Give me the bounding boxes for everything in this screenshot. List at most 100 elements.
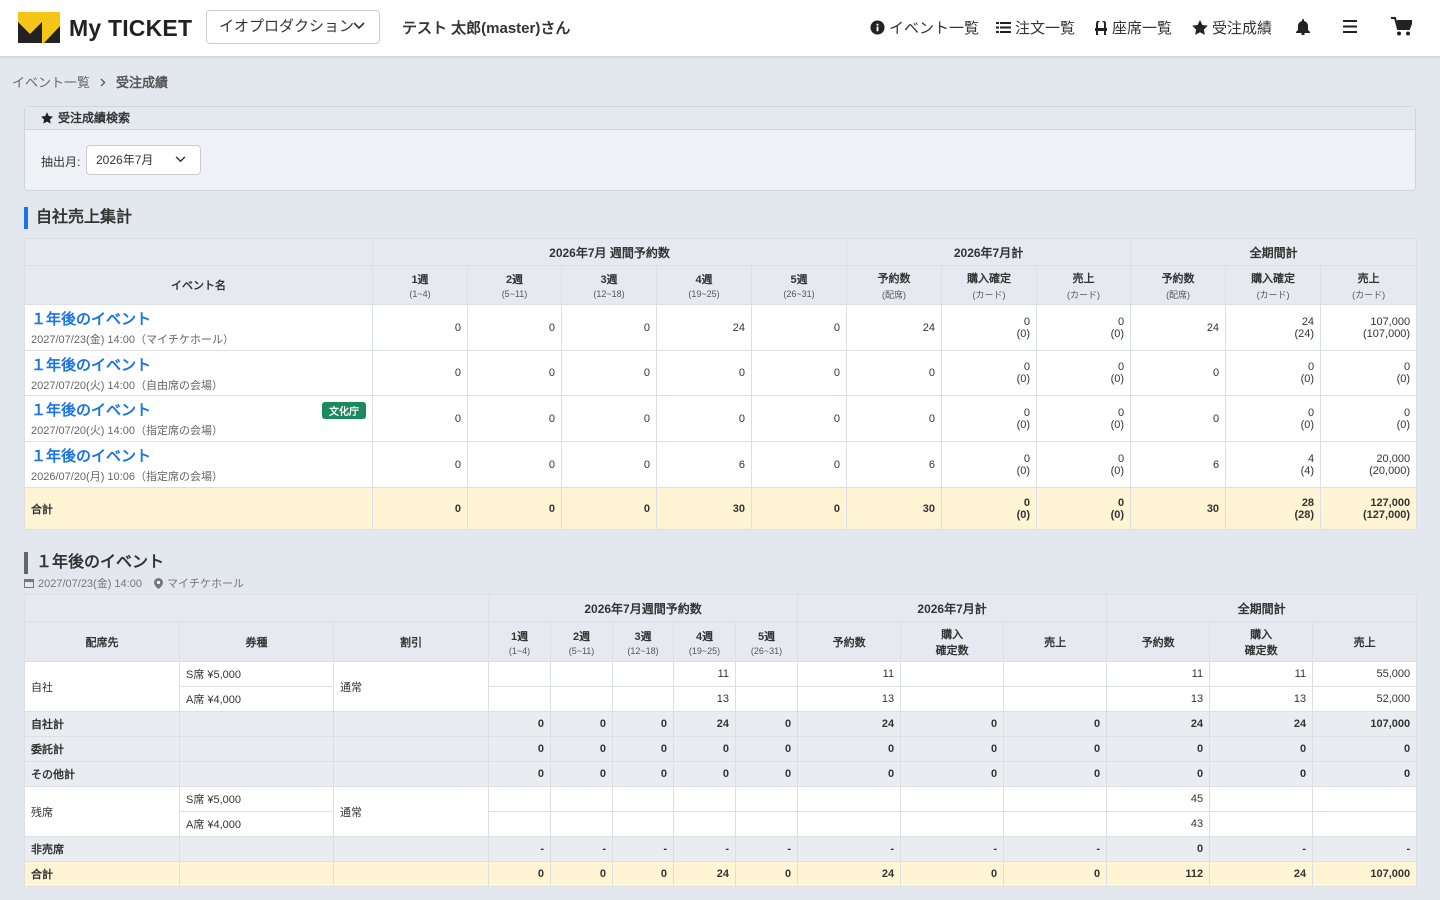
value-cell-6: 0 [900,736,1005,762]
value-cell-9: 11 [1209,661,1314,687]
hamburger-menu-icon[interactable] [1343,20,1357,33]
detail-col-week-range: (12~18) [627,645,659,656]
value-cell-0: - [488,836,552,862]
value-cell-2 [612,686,675,712]
own-dest: 自社 [24,661,180,712]
value-cell-1 [550,786,614,812]
brand-name[interactable]: My TICKET [69,15,192,42]
summary-col-month-range: (カード) [972,289,1006,300]
value-cell-2 [612,661,675,687]
summary-col-month-label: 予約数 [877,272,911,285]
brand-logo[interactable] [18,12,60,43]
all-confirmed-cell: 24 (24) [1225,304,1322,351]
month-sales-cell-sub: (0) [1110,373,1125,385]
summary-col-all-0: 予約数 (配席) [1130,265,1227,305]
empty-cell [332,761,490,787]
summary-col-all-2: 売上 (カード) [1320,265,1418,305]
detail-col-week-range: (5~11) [568,645,595,656]
breadcrumb-home[interactable]: イベント一覧 [12,75,90,90]
bell-icon[interactable] [1296,19,1310,35]
summary-col-month-range: (カード) [1067,289,1101,300]
all-sales-cell-value: 0 [1403,361,1411,373]
summary-row: １年後のイベント 2026/07/20(月) 10:06（指定席の会場） 0 0 0 6 0… [24,441,1418,488]
event-name-link[interactable]: １年後のイベント [31,308,366,329]
detail-col-week-label: 1週 [510,630,529,643]
week-1-cell: 0 [372,441,468,488]
value-cell-10 [1312,811,1418,837]
value-cell-10: 107,000 [1312,711,1418,737]
all-confirmed-cell-value: 24 [1301,315,1315,328]
all-reserve-cell: 0 [1130,350,1227,396]
detail-col-month-1-l2: 確定数 [935,644,969,657]
all-confirmed-cell-value: 0 [1307,406,1315,419]
value-cell-3 [673,811,737,837]
summary-col-all-range: (カード) [1256,289,1290,300]
summary-col-week-label: 2週 [505,274,524,286]
value-cell-6: - [900,836,1005,862]
detail-venue: マイチケホール [166,578,244,590]
event-cell: １年後のイベント 2027/07/23(金) 14:00（マイチケホール） [24,304,373,351]
month-confirmed-cell: 0 (0) [941,350,1038,396]
value-cell-7: 0 [1003,861,1108,887]
all-confirmed-cell-sub: (4) [1300,464,1315,477]
event-cell: １年後のイベント 2027/07/20(火) 14:00（指定席の会場） 文化庁 [24,395,373,442]
location-pin-icon [153,577,163,589]
month-confirmed-cell-sub: (0) [1016,418,1031,431]
breadcrumb: イベント一覧 受注成績 [12,72,168,91]
event-name-link[interactable]: １年後のイベント [31,399,366,420]
month-sales-cell-value: 0 [1117,315,1125,328]
value-cell-9: 24 [1209,861,1314,887]
all-sales-cell-sub: (107,000) [1363,327,1411,340]
detail-total-row: 合計 0 0 0 24 0 24 0 0 112 24 107,000 [24,861,1418,887]
nav-orders[interactable]: 注文一覧 [996,17,1075,38]
value-cell-2: 0 [612,861,675,887]
value-cell-4 [735,811,799,837]
month-sales-cell-sub: (0) [1110,508,1125,521]
detail-col-ticket: 券種 [179,621,334,662]
month-confirmed-cell: 0 (0) [941,395,1038,442]
month-confirmed-cell: 0 (0) [941,487,1038,530]
week-2-cell: 0 [467,350,562,396]
value-cell-8: 24 [1106,711,1211,737]
month-label: 抽出月: [41,155,81,169]
value-cell-7: - [1003,836,1108,862]
all-sales-cell-value: 0 [1403,406,1411,419]
value-cell-3: 24 [673,711,737,737]
detail-col-week-range: (1~4) [508,645,531,656]
cart-icon[interactable] [1391,17,1412,36]
event-name-link[interactable]: １年後のイベント [31,354,366,375]
subtotal-row-1-label: 委託計 [24,736,180,762]
value-cell-7 [1003,811,1108,837]
value-cell-1 [550,661,614,687]
month-select[interactable]: 2026年7月 [86,145,201,175]
week-1-cell: 0 [372,350,468,396]
month-reserve-cell: 24 [846,304,943,351]
organization-select[interactable]: イオプロダクション [206,10,380,44]
value-cell-8: 0 [1106,736,1211,762]
value-cell-2: 0 [612,736,675,762]
value-cell-5: 24 [797,861,902,887]
summary-col-week-1: 2週 (5~11) [467,265,562,305]
month-confirmed-cell-value: 0 [1023,496,1031,509]
top-header: My TICKET イオプロダクション テスト 太郎(master)さん イベン… [0,0,1440,56]
detail-col-dest: 配席先 [24,621,180,662]
detail-total-row-label: 合計 [24,861,180,887]
detail-col-month-1: 購入 確定数 [900,621,1005,662]
value-cell-8: 43 [1106,811,1211,837]
all-confirmed-cell: 0 (0) [1225,350,1322,396]
nav-events[interactable]: イベント一覧 [870,17,979,38]
summary-col-all-1: 購入確定 (カード) [1225,265,1322,305]
summary-col-month-2: 売上 (カード) [1036,265,1132,305]
own-discount: 通常 [332,661,490,712]
value-cell-9: - [1209,836,1314,862]
all-confirmed-cell-sub: (0) [1300,418,1315,431]
value-cell-6: 0 [900,711,1005,737]
event-name-link[interactable]: １年後のイベント [31,445,366,466]
nav-performance[interactable]: 受注成績 [1192,17,1272,38]
nav-seats[interactable]: 座席一覧 [1094,17,1172,38]
month-sales-cell-sub: (0) [1110,327,1125,340]
value-cell-10: - [1312,836,1418,862]
summary-col-week-2: 3週 (12~18) [561,265,657,305]
nav-events-label: イベント一覧 [889,20,980,37]
chevron-down-icon [353,22,365,30]
